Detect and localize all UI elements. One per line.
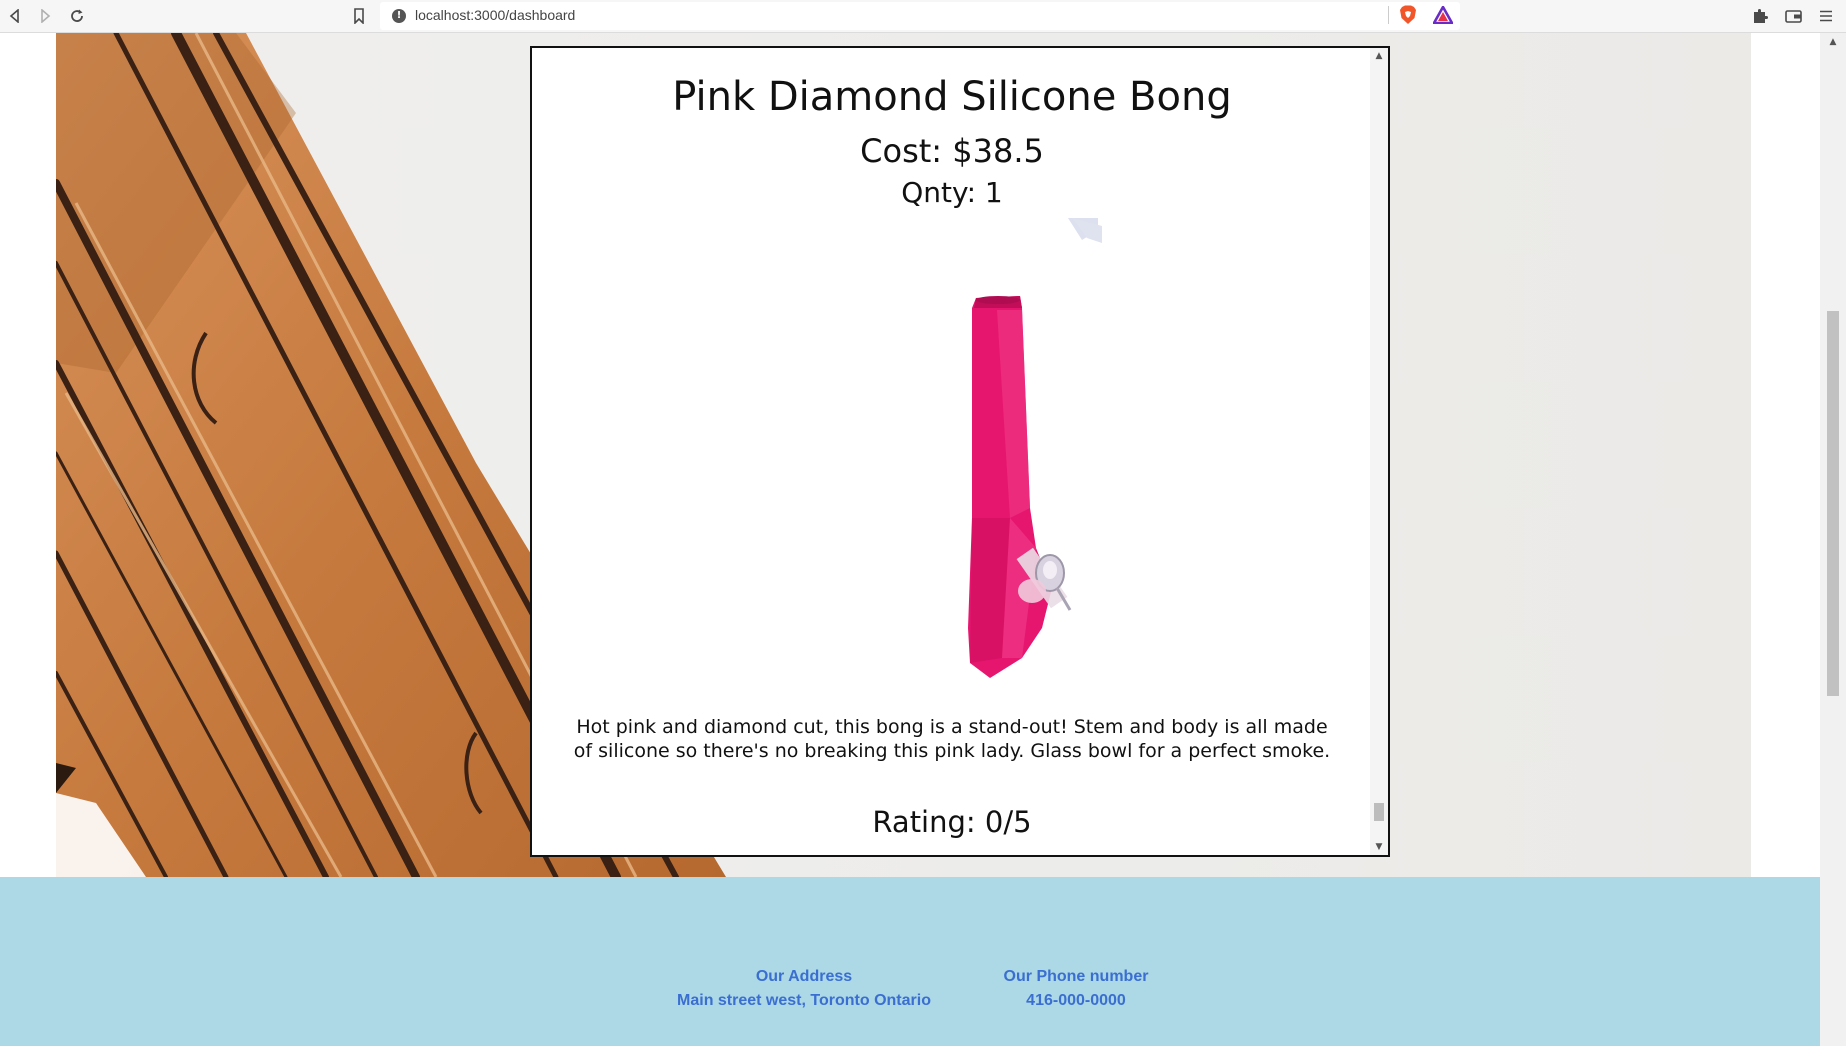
site-footer: Our Address Main street west, Toronto On… (0, 877, 1820, 1046)
footer-address-heading: Our Address (755, 968, 853, 985)
modal-scrollbar-thumb[interactable] (1374, 803, 1384, 821)
footer-address-block: Our Address Main street west, Toronto On… (676, 965, 932, 1013)
page-viewport: Pink Diamond Silicone Bong Cost: $38.5 Q… (0, 33, 1820, 1046)
page-scrollbar[interactable]: ▲ (1820, 33, 1846, 1046)
url-text[interactable]: localhost:3000/dashboard (415, 7, 575, 23)
reload-icon[interactable] (64, 5, 90, 27)
product-image (968, 218, 1102, 678)
footer-address-value: Main street west, Toronto Ontario (677, 992, 931, 1009)
modal-scrollbar[interactable]: ▲ ▼ (1370, 48, 1388, 855)
product-quantity: Qnty: 1 (901, 176, 1003, 209)
footer-phone-block: Our Phone number 416-000-0000 (990, 965, 1162, 1013)
page-left-margin (0, 33, 56, 877)
site-info-icon[interactable]: ! (392, 9, 406, 23)
scroll-down-arrow-icon[interactable]: ▼ (1370, 839, 1388, 855)
product-rating: Rating: 0/5 (872, 805, 1032, 839)
footer-phone-heading: Our Phone number (1003, 968, 1149, 985)
product-description: Hot pink and diamond cut, this bong is a… (573, 716, 1331, 762)
address-bar-divider (1388, 6, 1389, 24)
brave-rewards-icon[interactable] (1431, 4, 1455, 25)
back-arrow-icon[interactable] (2, 5, 28, 27)
puzzle-extensions-icon[interactable] (1747, 5, 1773, 27)
product-title: Pink Diamond Silicone Bong (672, 74, 1232, 120)
product-cost: Cost: $38.5 (860, 132, 1044, 170)
page-scrollbar-thumb[interactable] (1827, 311, 1839, 696)
address-bar[interactable]: ! localhost:3000/dashboard (380, 2, 1460, 30)
page-scroll-up-arrow-icon[interactable]: ▲ (1820, 33, 1846, 51)
browser-toolbar: ! localhost:3000/dashboard (0, 0, 1846, 33)
hero-background: Pink Diamond Silicone Bong Cost: $38.5 Q… (56, 33, 1751, 877)
page-right-margin (1751, 33, 1820, 877)
bookmark-icon[interactable] (346, 5, 372, 27)
wallet-icon[interactable] (1780, 5, 1806, 27)
brave-shield-icon[interactable] (1399, 5, 1417, 25)
forward-arrow-icon[interactable] (32, 5, 58, 27)
scroll-up-arrow-icon[interactable]: ▲ (1370, 48, 1388, 64)
hamburger-menu-icon[interactable] (1813, 5, 1839, 27)
footer-phone-value: 416-000-0000 (1026, 992, 1126, 1009)
product-detail-modal[interactable]: Pink Diamond Silicone Bong Cost: $38.5 Q… (530, 46, 1390, 857)
